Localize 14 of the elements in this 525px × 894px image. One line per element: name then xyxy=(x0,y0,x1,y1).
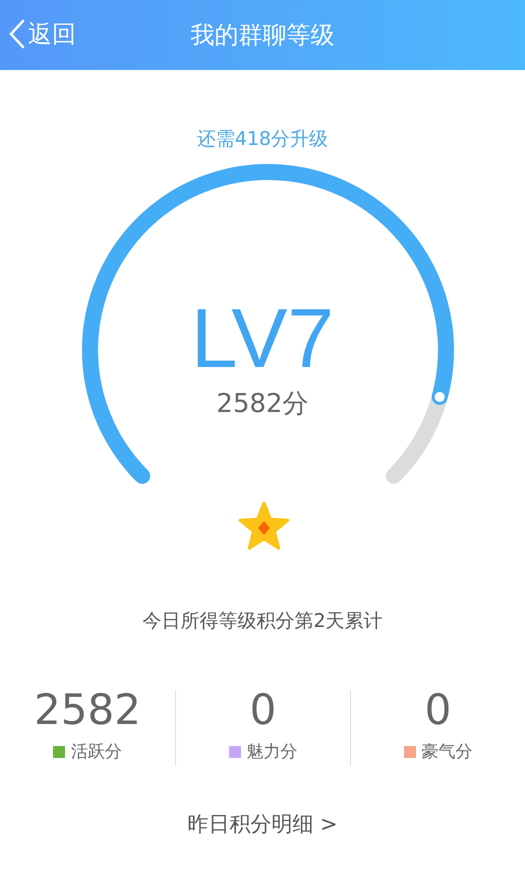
page-title: 我的群聊等级 xyxy=(190,20,334,51)
stat-value: 2582 xyxy=(34,686,141,734)
stat-label: 魅力分 xyxy=(246,741,298,763)
stat-value: 0 xyxy=(424,686,452,734)
stat-label: 豪气分 xyxy=(422,741,472,763)
level-points: 2582分 xyxy=(216,388,309,421)
star-icon xyxy=(238,502,290,550)
points-caption: 今日所得等级积分第2天累计 xyxy=(142,609,383,634)
chevron-left-icon xyxy=(8,18,26,50)
level-grade: LV7 xyxy=(190,290,334,386)
stat-value: 0 xyxy=(250,686,276,734)
yesterday-detail-link[interactable]: 昨日积分明细 > xyxy=(187,810,338,838)
stat-label: 活跃分 xyxy=(71,741,122,763)
upgrade-hint: 还需418分升级 xyxy=(196,127,328,152)
